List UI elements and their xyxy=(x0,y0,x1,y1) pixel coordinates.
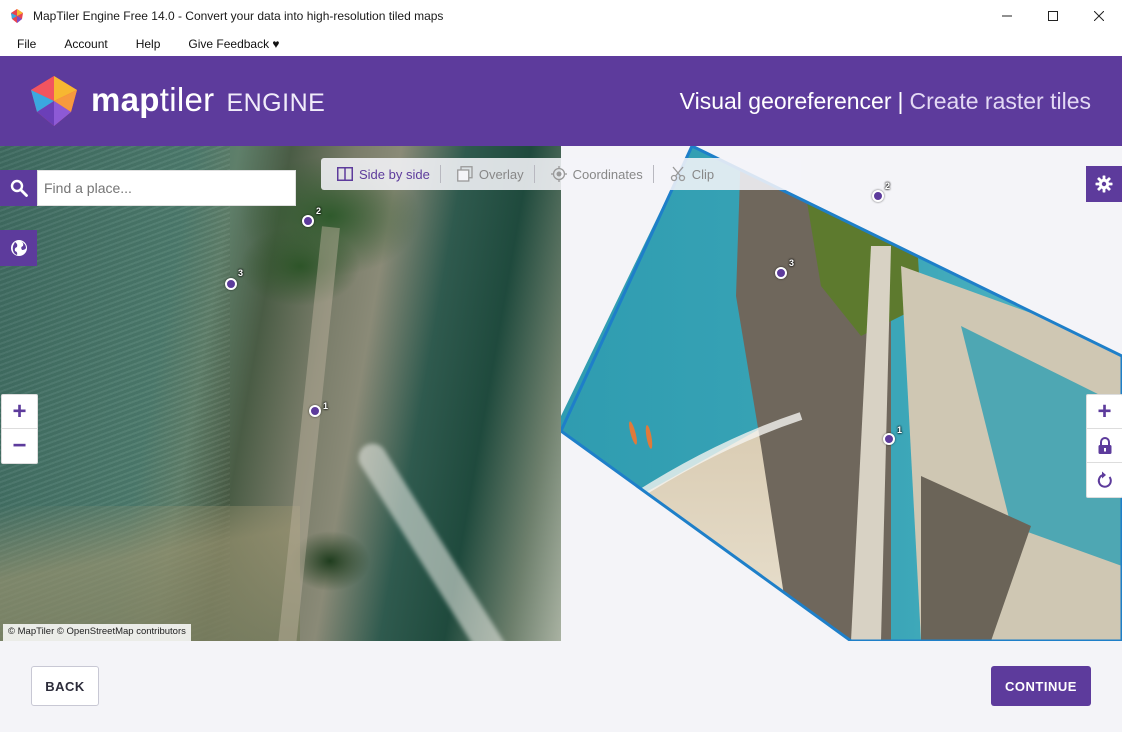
window-controls xyxy=(984,0,1122,32)
gcp-label-left: 3 xyxy=(238,268,244,278)
rotate-icon xyxy=(1097,471,1112,488)
logo-wordmark: maptiler ENGINE xyxy=(91,81,325,119)
title-bar: MapTiler Engine Free 14.0 - Convert your… xyxy=(0,0,1122,32)
gcp-label-right: 2 xyxy=(885,181,891,191)
gcp-marker-left[interactable] xyxy=(225,278,237,290)
maptiler-logo-icon xyxy=(31,76,77,126)
continue-button[interactable]: CONTINUE xyxy=(991,666,1091,706)
minimize-icon xyxy=(1002,15,1012,17)
view-mode-toolbar: Side by side Overlay Coordinates Clip xyxy=(321,158,801,190)
globe-button[interactable] xyxy=(0,230,37,266)
map-path xyxy=(278,226,340,641)
logo-engine: ENGINE xyxy=(226,89,326,117)
maximize-icon xyxy=(1048,11,1058,21)
lock-icon xyxy=(1098,436,1111,454)
crosshair-icon xyxy=(550,166,567,182)
left-zoom-controls: + − xyxy=(1,394,38,464)
left-zoom-out-button[interactable]: − xyxy=(2,429,37,463)
menu-account[interactable]: Account xyxy=(57,37,114,51)
gcp-marker-right[interactable] xyxy=(883,433,895,445)
logo-tiler: tiler xyxy=(159,81,215,118)
gear-icon xyxy=(1095,175,1113,193)
source-image-map[interactable] xyxy=(561,146,1122,641)
window-title: MapTiler Engine Free 14.0 - Convert your… xyxy=(33,9,444,23)
footer xyxy=(0,641,1122,732)
search-input[interactable] xyxy=(37,170,296,206)
close-icon xyxy=(1094,11,1104,21)
menu-bar: File Account Help Give Feedback ♥ xyxy=(0,32,1122,56)
overlay-button[interactable]: Overlay xyxy=(441,158,534,190)
gcp-label-right: 1 xyxy=(897,425,903,435)
menu-file[interactable]: File xyxy=(10,37,43,51)
scissors-icon xyxy=(670,166,685,182)
left-zoom-in-button[interactable]: + xyxy=(2,395,37,429)
coordinates-button[interactable]: Coordinates xyxy=(535,158,653,190)
clip-button[interactable]: Clip xyxy=(654,158,724,190)
search-button[interactable] xyxy=(0,170,37,206)
rotate-button[interactable] xyxy=(1087,463,1122,497)
side-by-side-label: Side by side xyxy=(359,166,430,182)
settings-button[interactable] xyxy=(1086,166,1122,202)
page-title: Visual georeferencer | Create raster tiles xyxy=(680,88,1091,115)
gcp-label-left: 2 xyxy=(316,206,322,216)
side-by-side-icon xyxy=(337,167,353,181)
gcp-marker-left[interactable] xyxy=(309,405,321,417)
maximize-button[interactable] xyxy=(1030,0,1076,32)
lock-button[interactable] xyxy=(1087,429,1122,463)
gcp-marker-left[interactable] xyxy=(302,215,314,227)
side-by-side-button[interactable]: Side by side xyxy=(321,158,440,190)
overlay-label: Overlay xyxy=(478,166,524,182)
app-header: maptiler ENGINE Visual georeferencer | Crea… xyxy=(0,56,1122,146)
logo-map: map xyxy=(91,81,160,118)
map-attribution[interactable]: © MapTiler © OpenStreetMap contributors xyxy=(3,624,191,641)
menu-give-feedback[interactable]: Give Feedback ♥ xyxy=(181,37,286,51)
title-separator: | xyxy=(897,88,904,114)
right-map-controls: + xyxy=(1086,394,1122,498)
map-surf xyxy=(353,438,515,641)
close-button[interactable] xyxy=(1076,0,1122,32)
coordinates-label: Coordinates xyxy=(572,166,643,182)
clip-label: Clip xyxy=(691,166,715,182)
back-button[interactable]: BACK xyxy=(31,666,99,706)
gcp-label-right: 3 xyxy=(789,258,795,268)
overlay-icon xyxy=(456,166,473,182)
app-logo-icon xyxy=(11,9,23,23)
right-zoom-in-button[interactable]: + xyxy=(1087,395,1122,429)
gcp-marker-right[interactable] xyxy=(872,190,884,202)
title-main: Visual georeferencer xyxy=(679,88,892,114)
rotated-raster-image xyxy=(561,146,1122,641)
gcp-label-left: 1 xyxy=(323,401,329,411)
menu-help[interactable]: Help xyxy=(129,37,168,51)
gcp-marker-right[interactable] xyxy=(775,267,787,279)
search-icon xyxy=(10,179,28,197)
minimize-button[interactable] xyxy=(984,0,1030,32)
reference-map[interactable] xyxy=(0,146,561,641)
globe-icon xyxy=(10,240,27,256)
title-sub: Create raster tiles xyxy=(909,88,1091,114)
map-beach-area xyxy=(0,506,300,641)
